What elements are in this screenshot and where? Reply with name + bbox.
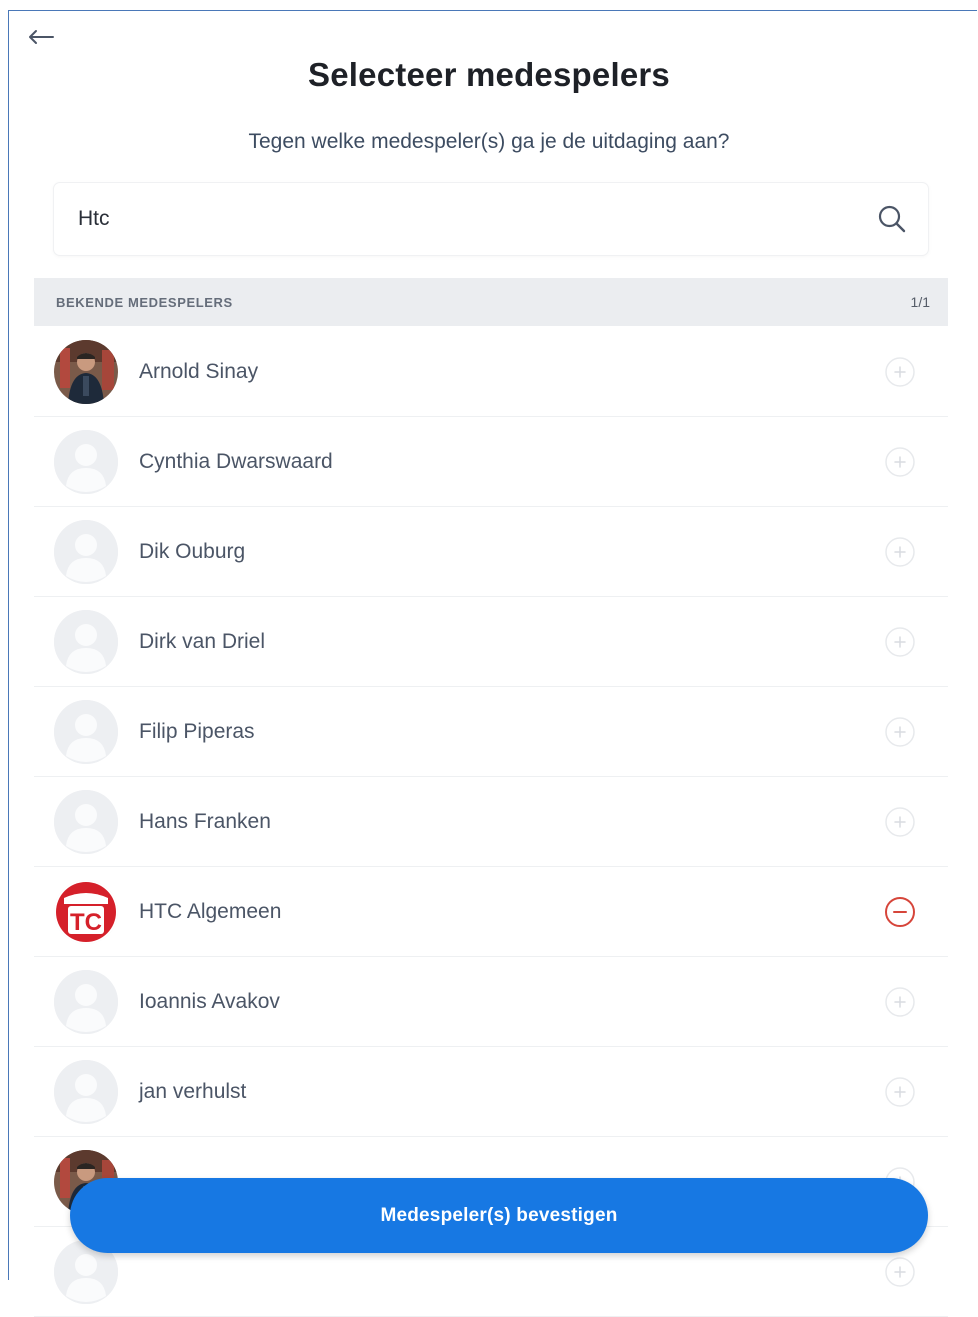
player-list: Arnold Sinay Cynthia Dwarswaard Dik Ouburg… — [34, 327, 948, 1317]
add-player-button[interactable] — [884, 716, 916, 748]
avatar — [54, 610, 118, 674]
add-player-button[interactable] — [884, 806, 916, 838]
search-box — [54, 183, 928, 255]
plus-circle-icon — [885, 447, 915, 477]
avatar — [54, 520, 118, 584]
player-row[interactable]: Dirk van Driel — [34, 597, 948, 687]
add-player-button[interactable] — [884, 356, 916, 388]
plus-circle-icon — [885, 717, 915, 747]
player-row[interactable]: jan verhulst — [34, 1047, 948, 1137]
player-row[interactable]: Ioannis Avakov — [34, 957, 948, 1047]
arrow-left-icon — [29, 30, 54, 44]
player-row[interactable]: Arnold Sinay — [34, 327, 948, 417]
remove-player-button[interactable] — [884, 896, 916, 928]
section-count: 1/1 — [910, 294, 930, 310]
plus-circle-icon — [885, 357, 915, 387]
avatar — [54, 430, 118, 494]
add-player-button[interactable] — [884, 536, 916, 568]
add-player-button[interactable] — [884, 1076, 916, 1108]
section-header-known-players: BEKENDE MEDESPELERS 1/1 — [34, 278, 948, 326]
player-row[interactable]: TC HTC Algemeen — [34, 867, 948, 957]
avatar — [54, 790, 118, 854]
add-player-button[interactable] — [884, 446, 916, 478]
player-name: Cynthia Dwarswaard — [139, 450, 333, 473]
search-icon — [878, 205, 906, 233]
player-name: HTC Algemeen — [139, 900, 282, 923]
player-name: Filip Piperas — [139, 720, 255, 743]
player-name: Hans Franken — [139, 810, 271, 833]
player-name: Arnold Sinay — [139, 360, 259, 383]
page-title: Selecteer medespelers — [308, 56, 670, 93]
player-name: Dik Ouburg — [139, 540, 246, 563]
search-input[interactable] — [78, 201, 838, 237]
player-row[interactable]: Filip Piperas — [34, 687, 948, 777]
svg-text:TC: TC — [70, 909, 102, 936]
back-button[interactable] — [23, 19, 59, 55]
search-button[interactable] — [874, 201, 910, 237]
player-name: jan verhulst — [139, 1080, 247, 1103]
plus-circle-icon — [885, 987, 915, 1017]
add-player-button[interactable] — [884, 986, 916, 1018]
minus-circle-icon — [885, 897, 915, 927]
plus-circle-icon — [885, 627, 915, 657]
player-row[interactable]: Hans Franken — [34, 777, 948, 867]
avatar — [54, 700, 118, 764]
player-name: Dirk van Driel — [139, 630, 266, 653]
confirm-players-button[interactable]: Medespeler(s) bevestigen — [70, 1178, 928, 1253]
add-player-button[interactable] — [884, 1256, 916, 1288]
plus-circle-icon — [885, 1077, 915, 1107]
add-player-button[interactable] — [884, 626, 916, 658]
plus-circle-icon — [885, 537, 915, 567]
player-name: Ioannis Avakov — [139, 990, 280, 1013]
avatar: TC — [54, 880, 118, 944]
avatar — [54, 1060, 118, 1124]
player-row[interactable]: Cynthia Dwarswaard — [34, 417, 948, 507]
page-subtitle: Tegen welke medespeler(s) ga je de uitda… — [248, 130, 730, 153]
plus-circle-icon — [885, 1257, 915, 1287]
plus-circle-icon — [885, 807, 915, 837]
player-row[interactable]: Dik Ouburg — [34, 507, 948, 597]
avatar — [54, 340, 118, 404]
section-label: BEKENDE MEDESPELERS — [56, 294, 233, 310]
avatar — [54, 970, 118, 1034]
